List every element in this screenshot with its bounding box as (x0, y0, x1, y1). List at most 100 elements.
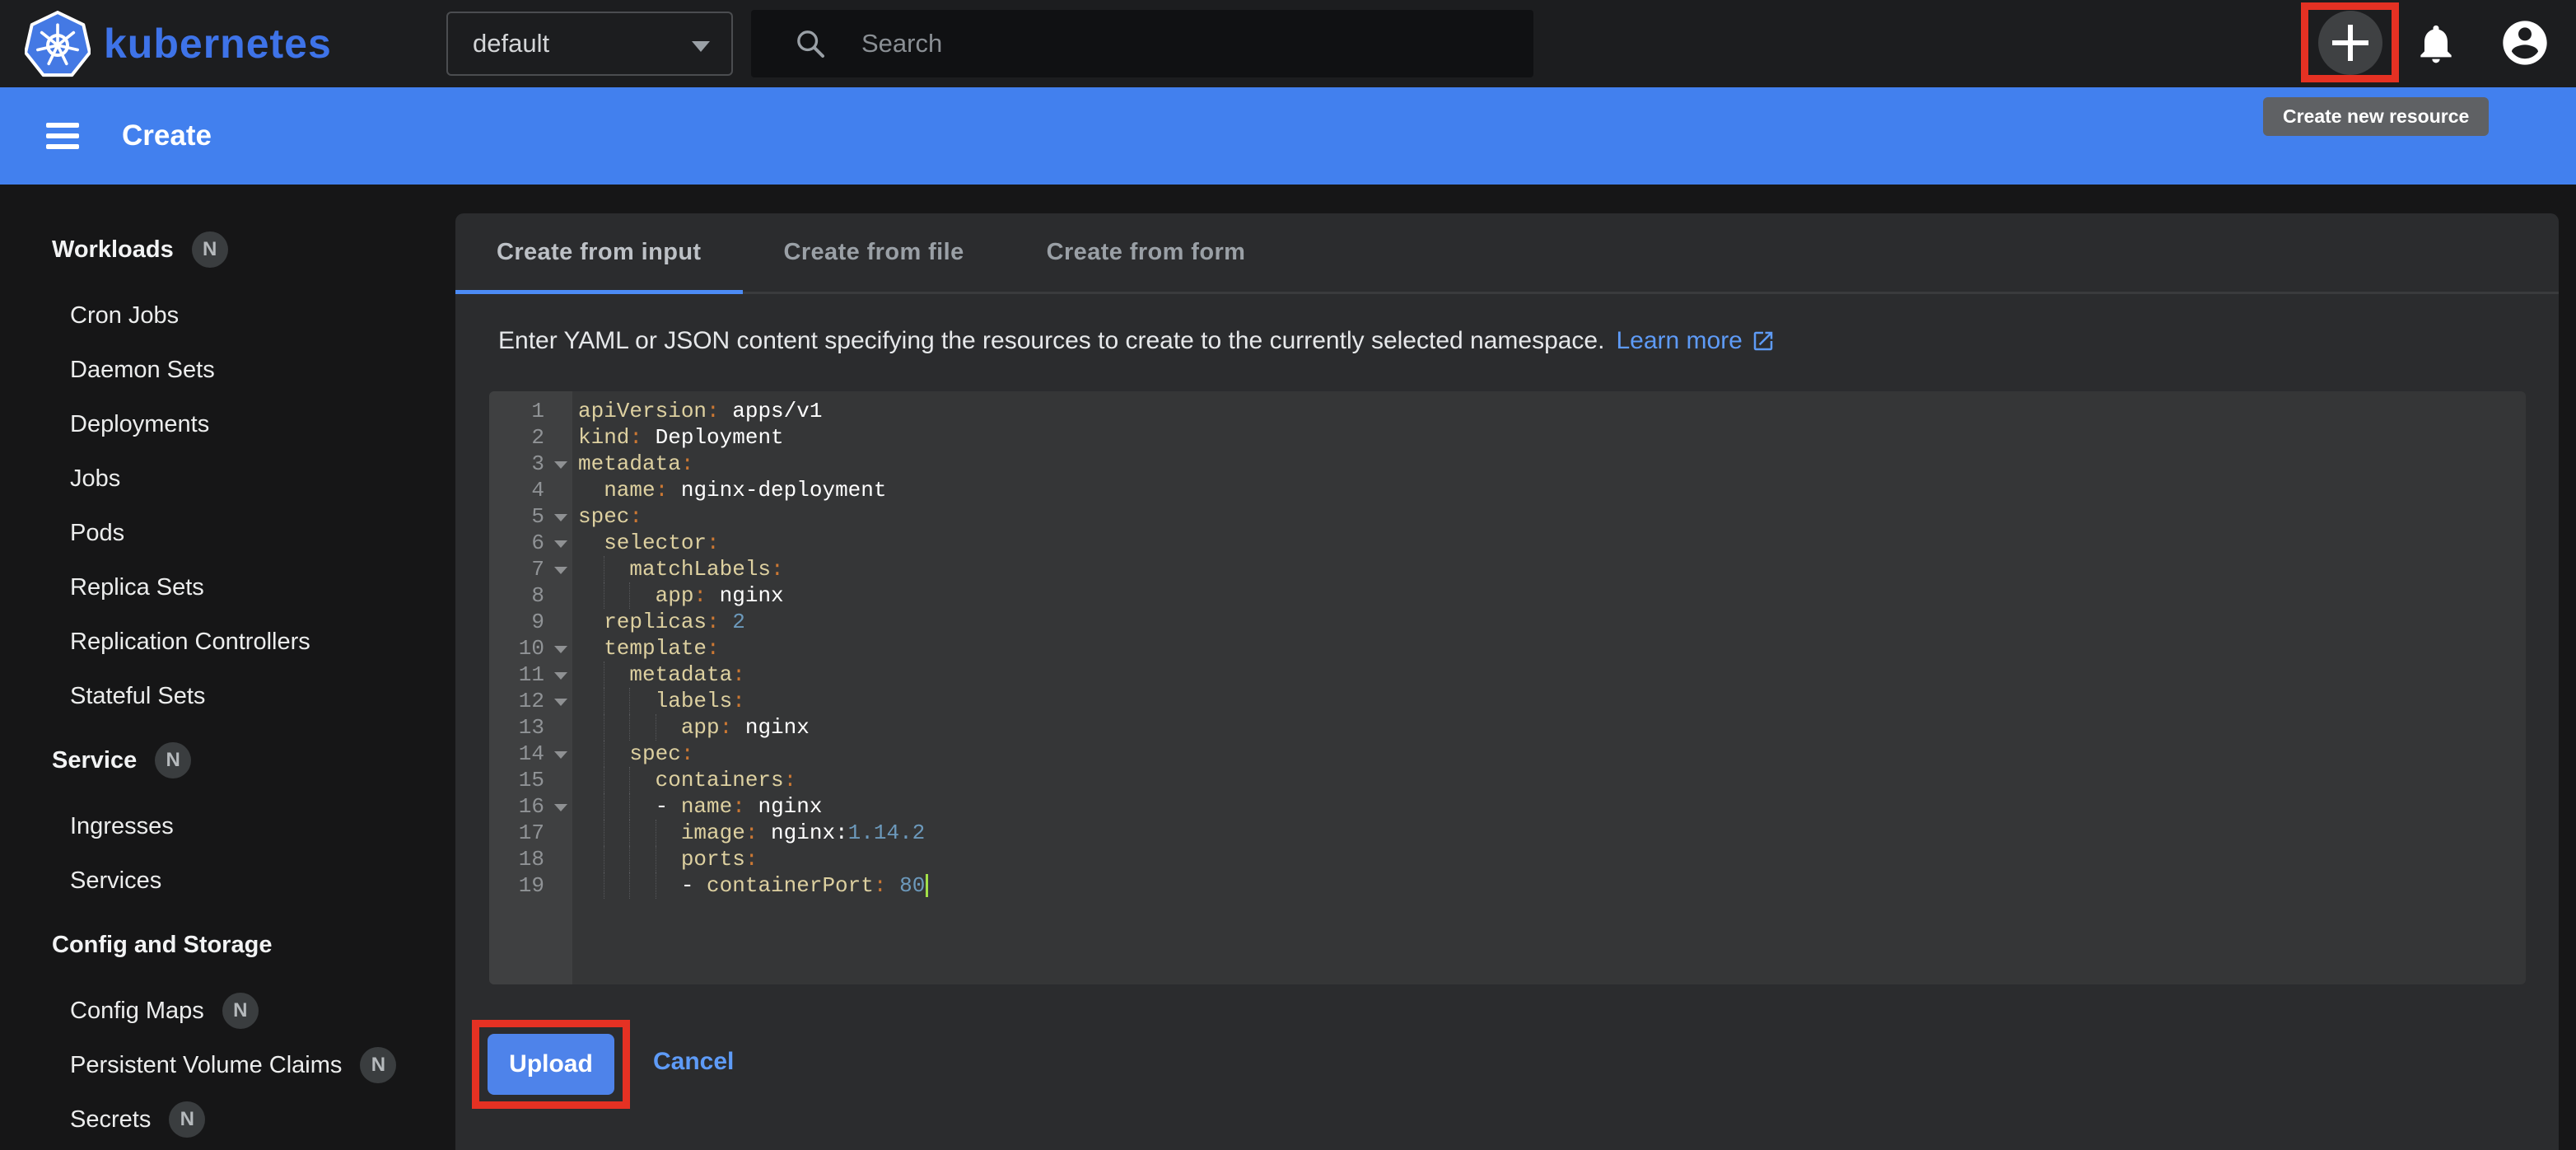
sidebar-item-label: Config Maps (70, 998, 204, 1025)
sidebar-item-pods[interactable]: Pods (0, 506, 455, 560)
menu-button[interactable] (46, 123, 79, 149)
sidebar-item-label: Jobs (70, 465, 120, 493)
search-input[interactable] (861, 29, 1520, 58)
sidebar-item-replica-sets[interactable]: Replica Sets (0, 560, 455, 615)
brand-wordmark[interactable]: kubernetes (104, 20, 332, 68)
learn-more-link[interactable]: Learn more (1616, 327, 1775, 355)
fold-arrow-icon[interactable] (554, 514, 567, 521)
code-token: containers (656, 768, 784, 792)
line-number-cell: 3 (489, 451, 572, 476)
namespace-value: default (473, 29, 549, 58)
indent-guide (629, 582, 655, 609)
code-token: ports (681, 847, 745, 872)
indent-guide (578, 688, 604, 714)
code-text: metadata: (572, 661, 745, 688)
indent-guide (578, 530, 604, 556)
code-token: image (681, 820, 745, 845)
code-line: 2kind: Deployment (489, 424, 2526, 451)
user-menu-button[interactable] (2499, 16, 2551, 73)
code-token: : (629, 425, 642, 450)
code-token: - (681, 873, 707, 898)
instruction-text: Enter YAML or JSON content specifying th… (498, 327, 1604, 355)
line-number-cell: 15 (489, 768, 572, 792)
indent-guide (604, 820, 629, 846)
line-number: 4 (531, 478, 572, 503)
code-token: 1.14.2 (848, 820, 926, 845)
namespace-scope-badge: N (360, 1047, 396, 1083)
indent-guide (656, 846, 681, 872)
sidebar-item-persistent-volume-claims[interactable]: Persistent Volume ClaimsN (0, 1038, 455, 1092)
sidebar-section-config-and-storage[interactable]: Config and Storage (0, 918, 455, 972)
sidebar-item-cron-jobs[interactable]: Cron Jobs (0, 288, 455, 343)
fold-arrow-icon[interactable] (554, 567, 567, 574)
line-number-cell: 13 (489, 715, 572, 740)
sidebar-item-label: Daemon Sets (70, 357, 215, 384)
sidebar-item-secrets[interactable]: SecretsN (0, 1092, 455, 1147)
code-token: 80 (899, 873, 925, 898)
code-token: labels (656, 689, 733, 713)
indent-guide (629, 820, 655, 846)
sidebar-item-jobs[interactable]: Jobs (0, 451, 455, 506)
sidebar-section-service[interactable]: Service N (0, 733, 455, 788)
line-number-cell: 8 (489, 583, 572, 608)
code-token (886, 873, 899, 898)
code-text: containers: (572, 767, 796, 793)
code-token: spec (629, 741, 680, 766)
code-line: 15containers: (489, 767, 2526, 793)
sidebar-item-ingresses[interactable]: Ingresses (0, 799, 455, 853)
code-text: app: nginx (572, 582, 784, 609)
indent-guide (578, 820, 604, 846)
tab-create-from-form[interactable]: Create from form (1006, 213, 1287, 292)
sidebar-item-services[interactable]: Services (0, 853, 455, 908)
namespace-scope-badge: N (192, 231, 228, 268)
sidebar-item-label: Ingresses (70, 813, 174, 840)
code-token: : (732, 689, 745, 713)
code-token: : (707, 399, 720, 423)
fold-arrow-icon[interactable] (554, 804, 567, 811)
tab-create-from-input[interactable]: Create from input (455, 213, 743, 292)
yaml-editor[interactable]: 1apiVersion: apps/v12kind: Deployment3me… (489, 391, 2526, 984)
code-token: : (707, 531, 720, 555)
code-token: : (681, 741, 694, 766)
indent-guide (578, 793, 604, 820)
sidebar-section-workloads[interactable]: WorkloadsN (0, 222, 455, 277)
sidebar-section-label: Service (52, 747, 137, 774)
sidebar-item-config-maps[interactable]: Config MapsN (0, 984, 455, 1038)
editor-lines: 1apiVersion: apps/v12kind: Deployment3me… (489, 398, 2526, 899)
notifications-button[interactable] (2413, 21, 2459, 71)
code-text: spec: (572, 741, 693, 767)
create-resource-button[interactable] (2318, 11, 2382, 75)
cancel-button[interactable]: Cancel (653, 1048, 734, 1076)
upload-button[interactable]: Upload (488, 1034, 614, 1095)
code-line: 17image: nginx:1.14.2 (489, 820, 2526, 846)
indent-guide (629, 688, 655, 714)
bell-icon (2413, 21, 2459, 67)
tab-create-from-file[interactable]: Create from file (743, 213, 1006, 292)
external-link-icon (1751, 329, 1776, 353)
fold-arrow-icon[interactable] (554, 699, 567, 706)
line-number-cell: 14 (489, 741, 572, 766)
code-token: metadata (578, 451, 681, 476)
code-text: kind: Deployment (572, 424, 784, 451)
namespace-scope-badge: N (155, 742, 191, 778)
search-box[interactable] (751, 10, 1533, 77)
fold-arrow-icon[interactable] (554, 751, 567, 759)
sidebar-item-stateful-sets[interactable]: Stateful Sets (0, 669, 455, 723)
fold-arrow-icon[interactable] (554, 646, 567, 653)
sidebar-item-deployments[interactable]: Deployments (0, 397, 455, 451)
line-number-cell: 16 (489, 794, 572, 819)
namespace-select[interactable]: default (446, 12, 733, 76)
code-token: app (681, 715, 720, 740)
code-token: nginx (732, 715, 810, 740)
line-number-cell: 4 (489, 478, 572, 503)
kubernetes-logo-icon[interactable] (25, 11, 91, 78)
sidebar-item-daemon-sets[interactable]: Daemon Sets (0, 343, 455, 397)
code-token: nginx (745, 794, 823, 819)
code-text: replicas: 2 (572, 609, 745, 635)
kubernetes-dashboard: kubernetes default (0, 0, 2576, 1150)
fold-arrow-icon[interactable] (554, 540, 567, 548)
code-text: name: nginx-deployment (572, 477, 886, 503)
fold-arrow-icon[interactable] (554, 672, 567, 680)
fold-arrow-icon[interactable] (554, 461, 567, 469)
sidebar-item-replication-controllers[interactable]: Replication Controllers (0, 615, 455, 669)
